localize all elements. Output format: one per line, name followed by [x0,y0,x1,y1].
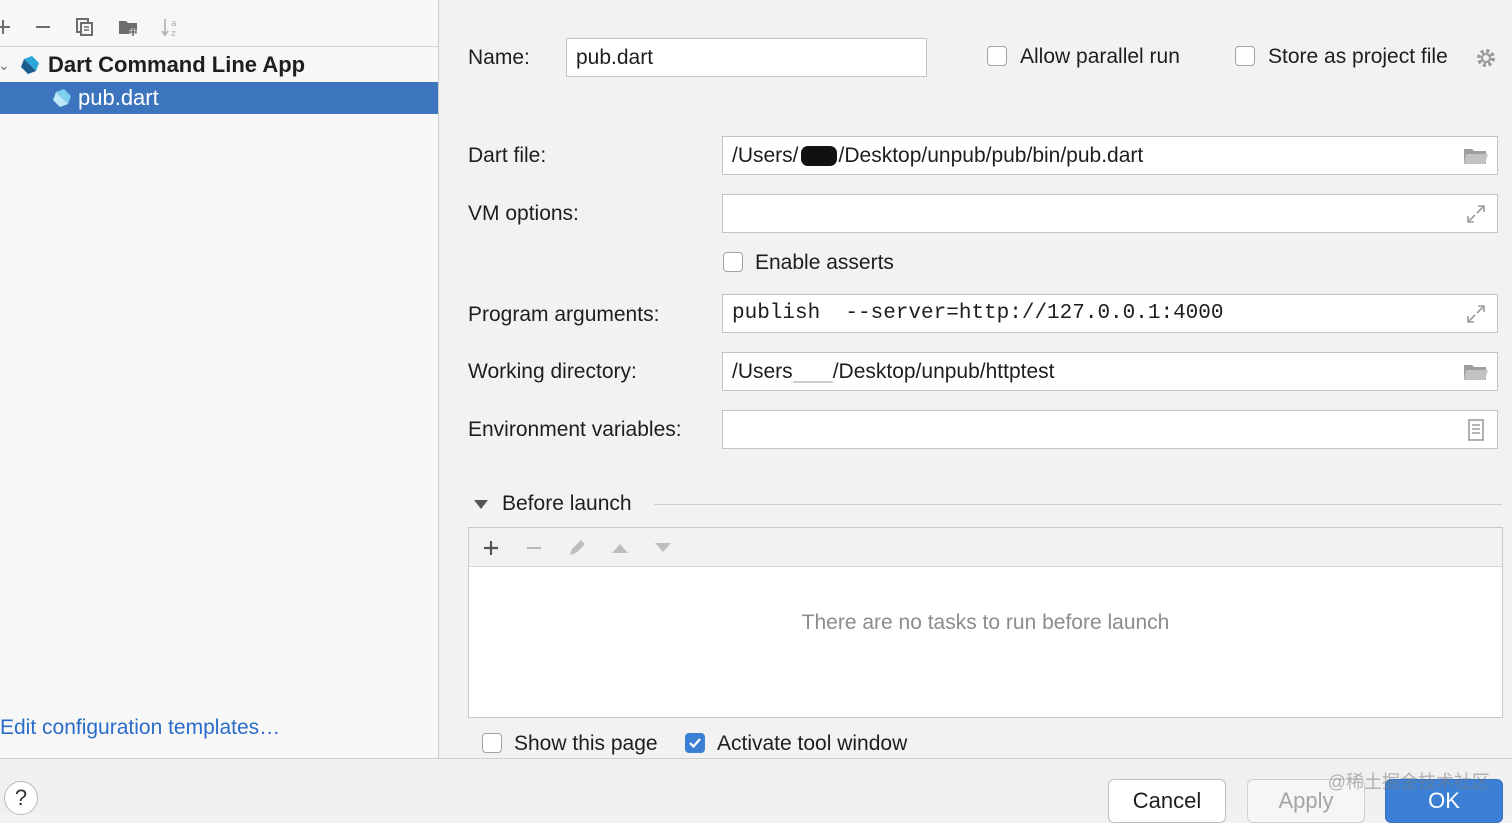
activate-tool-window-label: Activate tool window [717,732,908,755]
enable-asserts-checkbox[interactable] [723,252,743,272]
redacted-username [792,371,833,383]
program-arguments-value: publish --server=http://127.0.0.1:4000 [732,302,1224,325]
activate-tool-window-checkbox[interactable] [685,733,705,753]
environment-variables-label: Environment variables: [468,418,682,441]
move-down-icon[interactable] [651,536,675,560]
dart-file-input[interactable]: /Users/ /Desktop/unpub/pub/bin/pub.dart [722,136,1498,175]
before-launch-task-list: There are no tasks to run before launch [468,567,1503,718]
store-as-project-file-checkbox[interactable] [1235,46,1255,66]
checkmark-icon [689,738,701,749]
dart-file-path-prefix: /Users/ [732,143,799,167]
program-arguments-input[interactable]: publish --server=http://127.0.0.1:4000 [722,294,1498,333]
show-this-page-checkbox[interactable] [482,733,502,753]
tree-group-label: Dart Command Line App [48,52,306,77]
allow-parallel-run-checkbox[interactable] [987,46,1007,66]
cancel-button[interactable]: Cancel [1108,779,1226,823]
name-value: pub.dart [576,45,654,69]
expand-icon[interactable] [1463,303,1489,325]
store-as-project-file-label: Store as project file [1268,45,1448,68]
program-arguments-label: Program arguments: [468,303,660,326]
folder-icon[interactable] [1463,145,1489,167]
before-launch-divider [654,504,1502,505]
gear-icon[interactable] [1474,46,1498,70]
tree-item-label: pub.dart [78,85,159,110]
sort-icon[interactable]: az [160,16,182,38]
before-launch-toolbar [468,527,1503,567]
config-tree-panel: az ⌄ Dart Command Line App pub.dart Edit… [0,0,439,758]
dart-file-label: Dart file: [468,144,547,167]
add-icon[interactable] [0,16,14,38]
working-directory-label: Working directory: [468,360,637,383]
redacted-username [800,145,837,166]
name-input[interactable]: pub.dart [566,38,927,77]
svg-text:z: z [171,29,176,38]
document-icon[interactable] [1463,418,1489,441]
before-launch-title: Before launch [502,492,632,515]
new-folder-icon[interactable] [118,16,140,38]
collapse-triangle-icon[interactable] [472,496,490,512]
watermark-text: @稀土掘金技术社区 [1327,772,1490,792]
tree-toolbar: az [0,6,438,47]
move-up-icon[interactable] [608,536,632,560]
remove-icon[interactable] [32,16,54,38]
environment-variables-input[interactable] [722,410,1498,449]
edit-task-icon[interactable] [565,536,589,560]
empty-task-message: There are no tasks to run before launch [801,611,1170,634]
show-this-page-label: Show this page [514,732,658,755]
remove-task-icon[interactable] [522,536,546,560]
copy-icon[interactable] [74,16,96,38]
dart-logo-icon [21,56,39,74]
vm-options-input[interactable] [722,194,1498,233]
vm-options-label: VM options: [468,202,579,225]
svg-text:a: a [171,19,177,29]
help-button[interactable]: ? [4,781,38,815]
working-directory-input[interactable]: /Users /Desktop/unpub/httptest [722,352,1498,391]
dart-file-path-suffix: /Desktop/unpub/pub/bin/pub.dart [838,143,1144,167]
working-directory-path-prefix: /Users [732,359,793,383]
folder-icon[interactable] [1463,361,1489,383]
name-label: Name: [468,46,530,69]
dart-file-icon [53,89,71,107]
add-task-icon[interactable] [479,536,503,560]
enable-asserts-label: Enable asserts [755,251,894,274]
tree-item-pub-dart[interactable]: pub.dart [0,82,438,114]
working-directory-path-suffix: /Desktop/unpub/httptest [832,359,1055,383]
expand-icon[interactable] [1463,203,1489,225]
chevron-down-icon[interactable]: ⌄ [0,57,10,74]
allow-parallel-run-label: Allow parallel run [1020,45,1180,68]
tree-group-dart-command-line-app[interactable]: ⌄ Dart Command Line App [0,49,438,81]
edit-configuration-templates-link[interactable]: Edit configuration templates… [0,716,280,740]
